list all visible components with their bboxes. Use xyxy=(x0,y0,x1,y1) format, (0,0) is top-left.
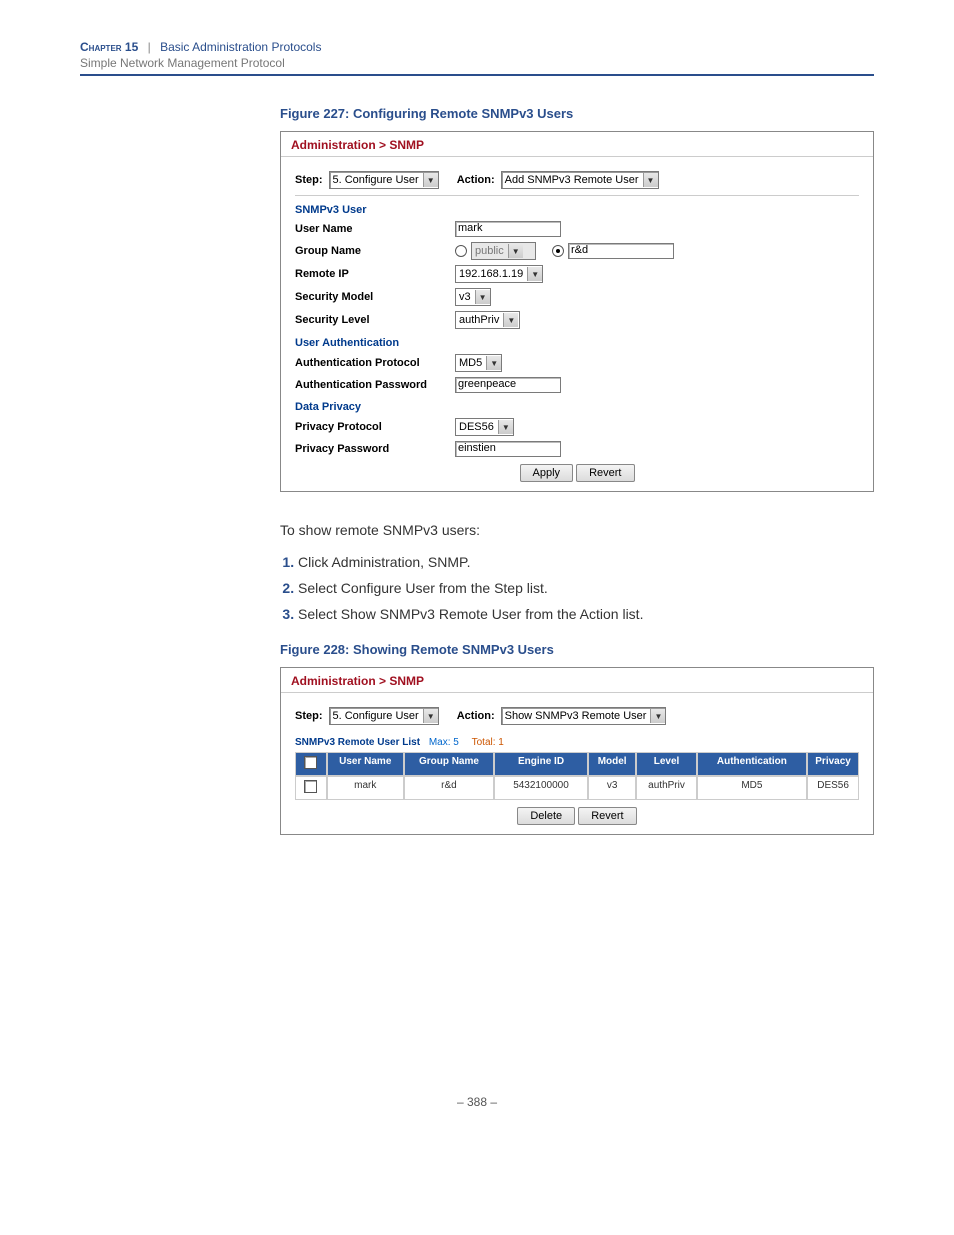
step-select[interactable]: 5. Configure User ▼ xyxy=(329,171,439,189)
revert-button[interactable]: Revert xyxy=(576,464,634,482)
user-name-label: User Name xyxy=(295,223,455,235)
action-label: Action: xyxy=(457,174,495,186)
privacy-protocol-select[interactable]: DES56 ▼ xyxy=(455,418,514,436)
chevron-down-icon: ▼ xyxy=(508,244,523,258)
section-user-auth: User Authentication xyxy=(295,337,859,349)
step-select[interactable]: 5. Configure User ▼ xyxy=(329,707,439,725)
chevron-down-icon: ▼ xyxy=(423,709,438,723)
cell-user: mark xyxy=(327,776,404,800)
breadcrumb: Administration > SNMP xyxy=(281,132,873,157)
col-model: Model xyxy=(588,752,637,776)
col-level: Level xyxy=(636,752,696,776)
table-row: mark r&d 5432100000 v3 authPriv MD5 DES5… xyxy=(295,776,859,800)
revert-button[interactable]: Revert xyxy=(578,807,636,825)
chevron-down-icon: ▼ xyxy=(643,173,658,187)
action-select[interactable]: Show SNMPv3 Remote User ▼ xyxy=(501,707,667,725)
cell-engine: 5432100000 xyxy=(494,776,588,800)
auth-password-input[interactable]: greenpeace xyxy=(455,377,561,393)
chevron-down-icon: ▼ xyxy=(475,290,490,304)
list-header: SNMPv3 Remote User List Max: 5 Total: 1 xyxy=(295,731,859,752)
chevron-down-icon: ▼ xyxy=(527,267,542,281)
step-label: Step: xyxy=(295,174,323,186)
chevron-down-icon: ▼ xyxy=(486,356,501,370)
separator: | xyxy=(148,40,151,54)
group-name-select[interactable]: public ▼ xyxy=(471,242,536,260)
figure-228-caption: Figure 228: Showing Remote SNMPv3 Users xyxy=(280,642,874,657)
cell-group: r&d xyxy=(404,776,494,800)
group-name-label: Group Name xyxy=(295,245,455,257)
group-name-input[interactable]: r&d xyxy=(568,243,674,259)
cell-auth: MD5 xyxy=(697,776,807,800)
cell-model: v3 xyxy=(588,776,637,800)
privacy-protocol-label: Privacy Protocol xyxy=(295,421,455,433)
chevron-down-icon: ▼ xyxy=(423,173,438,187)
auth-protocol-select[interactable]: MD5 ▼ xyxy=(455,354,502,372)
group-radio-select[interactable] xyxy=(455,245,467,257)
page-number: – 388 – xyxy=(80,1095,874,1109)
step-item: Select Configure User from the Step list… xyxy=(298,580,874,596)
action-select[interactable]: Add SNMPv3 Remote User ▼ xyxy=(501,171,659,189)
section-data-privacy: Data Privacy xyxy=(295,401,859,413)
step-item: Select Show SNMPv3 Remote User from the … xyxy=(298,606,874,622)
cell-priv: DES56 xyxy=(807,776,859,800)
body-text: To show remote SNMPv3 users: xyxy=(280,522,874,538)
security-model-select[interactable]: v3 ▼ xyxy=(455,288,491,306)
steps-list: Click Administration, SNMP. Select Confi… xyxy=(280,554,874,622)
privacy-password-label: Privacy Password xyxy=(295,443,455,455)
action-label: Action: xyxy=(457,710,495,722)
col-auth: Authentication xyxy=(697,752,807,776)
col-user: User Name xyxy=(327,752,404,776)
select-all-checkbox[interactable] xyxy=(304,756,317,769)
breadcrumb: Administration > SNMP xyxy=(281,668,873,693)
security-level-label: Security Level xyxy=(295,314,455,326)
chevron-down-icon: ▼ xyxy=(503,313,518,327)
col-group: Group Name xyxy=(404,752,494,776)
chevron-down-icon: ▼ xyxy=(498,420,513,434)
figure-228-panel: Administration > SNMP Step: 5. Configure… xyxy=(280,667,874,835)
apply-button[interactable]: Apply xyxy=(520,464,574,482)
figure-227-panel: Administration > SNMP Step: 5. Configure… xyxy=(280,131,874,492)
remote-ip-label: Remote IP xyxy=(295,268,455,280)
remote-ip-select[interactable]: 192.168.1.19 ▼ xyxy=(455,265,543,283)
page-header: Chapter 15 | Basic Administration Protoc… xyxy=(80,40,874,76)
auth-protocol-label: Authentication Protocol xyxy=(295,357,455,369)
toolbar: Step: 5. Configure User ▼ Action: Add SN… xyxy=(295,165,859,196)
chevron-down-icon: ▼ xyxy=(650,709,665,723)
col-engine: Engine ID xyxy=(494,752,588,776)
security-model-label: Security Model xyxy=(295,291,455,303)
step-label: Step: xyxy=(295,710,323,722)
step-item: Click Administration, SNMP. xyxy=(298,554,874,570)
toolbar: Step: 5. Configure User ▼ Action: Show S… xyxy=(295,701,859,731)
figure-227-caption: Figure 227: Configuring Remote SNMPv3 Us… xyxy=(280,106,874,121)
auth-password-label: Authentication Password xyxy=(295,379,455,391)
section-snmpv3-user: SNMPv3 User xyxy=(295,204,859,216)
chapter-subtitle: Simple Network Management Protocol xyxy=(80,56,874,70)
group-radio-text[interactable] xyxy=(552,245,564,257)
delete-button[interactable]: Delete xyxy=(517,807,575,825)
row-checkbox[interactable] xyxy=(304,780,317,793)
col-priv: Privacy xyxy=(807,752,859,776)
security-level-select[interactable]: authPriv ▼ xyxy=(455,311,520,329)
privacy-password-input[interactable]: einstien xyxy=(455,441,561,457)
table-header-row: User Name Group Name Engine ID Model Lev… xyxy=(295,752,859,776)
chapter-label: Chapter 15 xyxy=(80,40,138,54)
user-name-input[interactable]: mark xyxy=(455,221,561,237)
chapter-title: Basic Administration Protocols xyxy=(160,40,321,54)
cell-level: authPriv xyxy=(636,776,696,800)
